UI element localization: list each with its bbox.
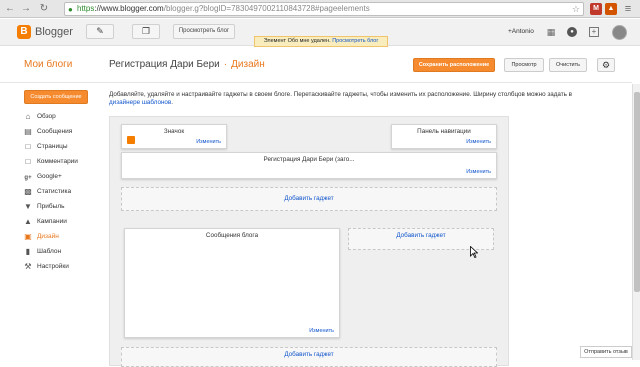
trophy-icon: ▼: [24, 202, 32, 211]
breadcrumb: Регистрация Дари Бери · Дизайн: [109, 59, 265, 70]
notifications-icon[interactable]: ●: [567, 27, 577, 37]
sidebar-item-label: Прибыль: [37, 203, 65, 210]
forward-arrow-icon[interactable]: →: [20, 3, 32, 15]
page-title: Дизайн: [231, 59, 265, 70]
mouse-cursor-icon: [470, 246, 478, 258]
sidebar-item-label: Сообщения: [37, 128, 73, 135]
blogger-logo-text[interactable]: Blogger: [35, 25, 73, 39]
extension-icon[interactable]: ▲: [605, 3, 617, 15]
sidebar-item-label: Обзор: [37, 113, 56, 120]
page-titlebar: Мои блоги Регистрация Дари Бери · Дизайн С…: [0, 47, 632, 83]
sidebar-item-campaigns[interactable]: ▲ Кампании: [24, 216, 108, 228]
wrench-icon: ⚒: [24, 262, 32, 271]
gadget-title: Панель навигации: [417, 128, 471, 135]
gear-icon: ⚙: [601, 60, 611, 70]
preview-button[interactable]: Просмотр: [504, 58, 544, 72]
url-host: ://www.blogger.com: [94, 4, 164, 13]
sidebar-item-pages[interactable]: □ Страницы: [24, 141, 108, 153]
notification-text: Элемент Обо мне удален.: [263, 38, 331, 44]
blog-posts-gadget[interactable]: Сообщения блога Изменить: [124, 228, 340, 338]
google-plus-icon: g+: [24, 175, 32, 181]
sidebar-item-comments[interactable]: □ Комментарии: [24, 156, 108, 168]
status-notification: Элемент Обо мне удален. Просмотреть блог: [254, 36, 388, 47]
edit-link[interactable]: Изменить: [466, 169, 491, 175]
edit-post-button[interactable]: ✎: [86, 24, 114, 39]
header-gadget[interactable]: Регистрация Дари Бери (заго... Изменить: [121, 152, 497, 179]
blogger-logo-icon[interactable]: B: [17, 25, 31, 39]
edit-link[interactable]: Изменить: [466, 139, 491, 145]
sidebar-item-google-plus[interactable]: g+ Google+: [24, 171, 108, 183]
navbar-gadget[interactable]: Панель навигации Изменить: [391, 124, 497, 149]
view-blog-link[interactable]: Просмотреть блог: [332, 38, 378, 44]
send-feedback-button[interactable]: Отправить отзыв: [580, 346, 632, 358]
intro-end: .: [171, 99, 174, 106]
clear-button[interactable]: Очистить: [549, 58, 587, 72]
favicon-gadget[interactable]: Значок Изменить: [121, 124, 227, 149]
avatar[interactable]: [612, 25, 627, 40]
add-gadget-footer-link[interactable]: Добавить гаджет: [121, 347, 497, 367]
new-post-button[interactable]: Создать сообщение: [24, 90, 88, 104]
sidebar-item-label: Кампании: [37, 218, 67, 225]
add-gadget-header-link[interactable]: Добавить гаджет: [121, 187, 497, 211]
sidebar-item-layout[interactable]: ▣ Дизайн: [24, 231, 108, 243]
scrollbar-thumb[interactable]: [634, 92, 640, 292]
edit-link[interactable]: Изменить: [196, 139, 221, 145]
user-name-link[interactable]: +Antonio: [508, 28, 534, 35]
pages-button[interactable]: ❐: [132, 24, 160, 39]
view-blog-button[interactable]: Просмотреть блог: [173, 24, 235, 39]
lock-icon: ●: [68, 5, 73, 14]
share-plus-icon[interactable]: +: [589, 27, 599, 37]
blog-title[interactable]: Регистрация Дари Бери: [109, 59, 220, 70]
intro-body: Добавляйте, удаляйте и настраивайте гадж…: [109, 91, 573, 98]
comment-icon: □: [25, 157, 31, 166]
sidebar-item-overview[interactable]: ⌂ Обзор: [24, 111, 108, 123]
page-scrollbar[interactable]: [632, 84, 640, 360]
sidebar-item-settings[interactable]: ⚒ Настройки: [24, 261, 108, 273]
breadcrumb-separator: ·: [223, 59, 228, 70]
layout-icon: ▣: [24, 232, 32, 241]
document-icon: ▤: [24, 127, 32, 136]
blogger-favicon-icon: [127, 136, 135, 144]
home-icon: ⌂: [25, 112, 31, 121]
pencil-icon: ✎: [96, 26, 104, 36]
page-icon: □: [25, 142, 31, 151]
address-bar[interactable]: ● https://www.blogger.com/blogger.g?blog…: [64, 2, 584, 16]
sidebar-item-earnings[interactable]: ▼ Прибыль: [24, 201, 108, 213]
gadget-title: Регистрация Дари Бери (заго...: [263, 156, 355, 163]
sidebar-item-label: Google+: [37, 173, 62, 180]
layout-canvas: Значок Изменить Панель навигации Изменит…: [109, 116, 509, 367]
template-designer-link[interactable]: дизайнере шаблонов: [109, 99, 171, 106]
menu-icon[interactable]: ≡: [622, 3, 634, 15]
template-icon: ▮: [25, 247, 31, 256]
gadget-title: Сообщения блога: [205, 232, 259, 239]
copy-icon: ❐: [141, 26, 151, 36]
sidebar-item-label: Комментарии: [37, 158, 78, 165]
url-scheme: https: [77, 4, 95, 13]
sidebar-item-stats[interactable]: ▩ Статистика: [24, 186, 108, 198]
gadget-title: Значок: [163, 128, 185, 135]
sidebar-item-label: Настройки: [37, 263, 69, 270]
intro-text: Добавляйте, удаляйте и настраивайте гадж…: [109, 91, 599, 107]
url-path: /blogger.g?blogID=7830497002110843728#pa…: [163, 4, 370, 13]
sidebar-item-posts[interactable]: ▤ Сообщения: [24, 126, 108, 138]
browser-toolbar: ← → ↻ ● https://www.blogger.com/blogger.…: [0, 0, 640, 18]
sidebar-item-template[interactable]: ▮ Шаблон: [24, 246, 108, 258]
my-blogs-link[interactable]: Мои блоги: [24, 59, 72, 70]
campaign-icon: ▲: [24, 217, 32, 226]
bookmark-star-icon[interactable]: ☆: [572, 3, 580, 15]
sidebar-item-label: Шаблон: [37, 248, 62, 255]
sidebar-item-label: Дизайн: [37, 233, 59, 240]
reload-icon[interactable]: ↻: [38, 3, 50, 15]
gmail-extension-icon[interactable]: M: [590, 3, 602, 15]
back-arrow-icon[interactable]: ←: [4, 3, 16, 15]
sidebar-item-label: Страницы: [37, 143, 68, 150]
save-arrangement-button[interactable]: Сохранить расположение: [413, 58, 495, 72]
apps-grid-icon[interactable]: ▦: [546, 27, 556, 37]
sidebar-item-label: Статистика: [37, 188, 72, 195]
settings-button[interactable]: ⚙: [597, 58, 615, 72]
edit-link[interactable]: Изменить: [309, 328, 334, 334]
bar-chart-icon: ▩: [24, 187, 32, 196]
